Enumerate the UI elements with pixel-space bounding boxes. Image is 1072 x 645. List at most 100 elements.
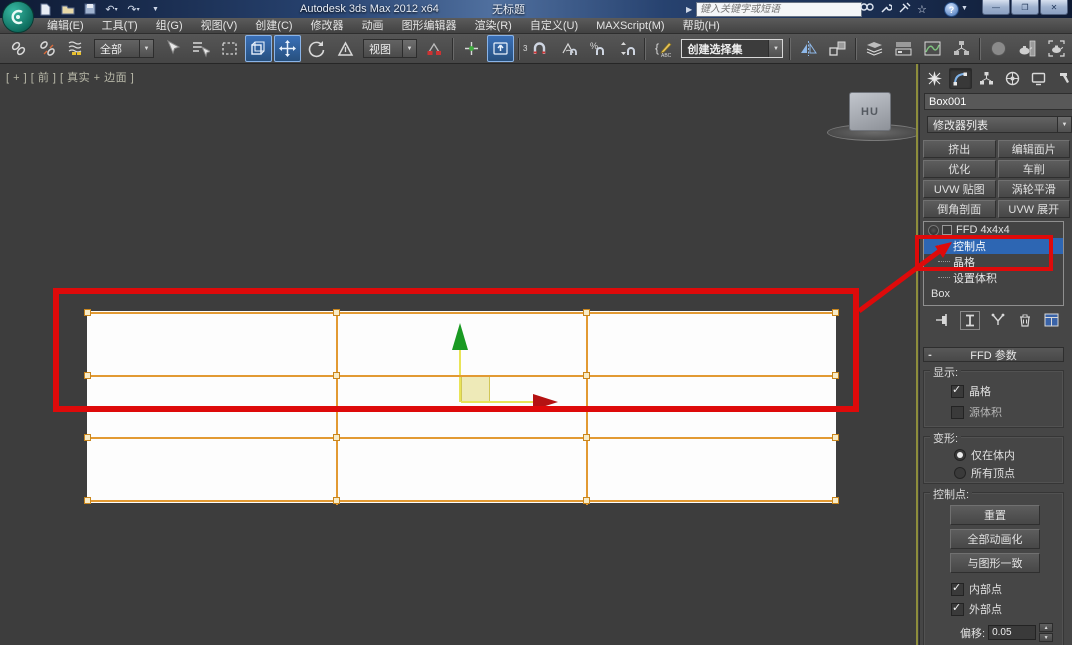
stack-item-box[interactable]: Box (924, 286, 1063, 302)
align-icon[interactable] (824, 35, 851, 62)
ffd-parameters-rollout-header[interactable]: - FFD 参数 (923, 347, 1064, 362)
menu-views[interactable]: 视图(V) (192, 18, 247, 34)
remove-modifier-icon[interactable] (1016, 312, 1034, 329)
modifier-visibility-icon[interactable] (928, 224, 939, 236)
select-and-rotate-icon[interactable] (303, 35, 330, 62)
unlink-selection-icon[interactable] (34, 35, 61, 62)
select-by-name-icon[interactable] (187, 35, 214, 62)
chevron-down-icon[interactable]: ▼ (139, 40, 153, 57)
optimize-button[interactable]: 优化 (923, 160, 996, 178)
ffd-control-point[interactable] (583, 434, 590, 441)
keyboard-shortcut-override-icon[interactable] (487, 35, 514, 62)
ffd-control-point[interactable] (583, 497, 590, 504)
save-icon[interactable] (82, 2, 97, 16)
animate-all-button[interactable]: 全部动画化 (950, 529, 1040, 549)
ffd-control-point[interactable] (832, 497, 839, 504)
layer-manager-icon[interactable] (861, 35, 888, 62)
hierarchy-tab-icon[interactable] (975, 68, 998, 89)
schematic-view-icon[interactable] (948, 35, 975, 62)
display-tab-icon[interactable] (1027, 68, 1050, 89)
chevron-down-icon[interactable]: ▼ (402, 40, 416, 57)
material-editor-icon[interactable] (985, 35, 1012, 62)
menu-modifiers[interactable]: 修改器 (302, 18, 353, 34)
render-setup-icon[interactable] (1014, 35, 1041, 62)
source-volume-checkbox[interactable] (951, 405, 964, 419)
select-and-scale-icon[interactable] (332, 35, 359, 62)
subscription-icon[interactable] (880, 2, 893, 17)
menu-create[interactable]: 创建(C) (246, 18, 301, 34)
angle-snap-icon[interactable] (555, 35, 582, 62)
reset-button[interactable]: 重置 (950, 505, 1040, 525)
modifier-list-dropdown[interactable]: 修改器列表 ▼ (927, 116, 1072, 133)
ffd-control-point[interactable] (84, 434, 91, 441)
bind-to-space-warp-icon[interactable] (63, 35, 90, 62)
pin-stack-icon[interactable] (933, 312, 951, 329)
select-and-link-icon[interactable] (5, 35, 32, 62)
scene-logo-cube[interactable]: HU (849, 92, 891, 131)
source-volume-checkbox-row[interactable]: 源体积 (951, 404, 1002, 420)
bevel-profile-button[interactable]: 倒角剖面 (923, 200, 996, 218)
spinner-down-icon[interactable]: ▼ (1039, 633, 1054, 642)
spinner-snap-icon[interactable] (613, 35, 640, 62)
lattice-checkbox-row[interactable]: 晶格 (951, 383, 991, 399)
only-in-volume-radio[interactable] (954, 449, 966, 461)
viewport-label[interactable]: [ + ] [ 前 ] [ 真实 + 边面 ] (6, 69, 134, 85)
redo-icon[interactable]: ↷ ▾ (126, 2, 141, 16)
ffd-control-point[interactable] (84, 497, 91, 504)
window-crossing-icon[interactable] (245, 35, 272, 62)
minimize-button[interactable]: — (982, 0, 1010, 15)
select-and-move-icon[interactable] (274, 35, 301, 62)
menu-animation[interactable]: 动画 (353, 18, 393, 34)
spinner-up-icon[interactable]: ▲ (1039, 623, 1054, 632)
lathe-button[interactable]: 车削 (997, 160, 1070, 178)
stack-item-set-volume[interactable]: 设置体积 (924, 270, 1063, 286)
search-icon[interactable] (860, 2, 874, 16)
maximize-button[interactable]: ❐ (1011, 0, 1039, 15)
outside-points-checkbox-row[interactable]: 外部点 (951, 601, 1002, 617)
only-in-volume-radio-row[interactable]: 仅在体内 (954, 447, 1015, 463)
menu-maxscript[interactable]: MAXScript(M) (587, 18, 673, 34)
inside-points-checkbox[interactable] (951, 581, 964, 596)
all-vertices-radio[interactable] (954, 467, 966, 479)
inside-points-checkbox-row[interactable]: 内部点 (951, 581, 1002, 597)
uvw-map-button[interactable]: UVW 贴图 (923, 180, 996, 198)
ffd-control-point[interactable] (333, 497, 340, 504)
collapse-icon[interactable]: - (924, 349, 936, 361)
select-object-icon[interactable] (158, 35, 185, 62)
create-tab-icon[interactable] (923, 68, 946, 89)
snaps-toggle-icon[interactable] (526, 35, 553, 62)
undo-icon[interactable]: ↶ ▾ (104, 2, 119, 16)
ffd-control-point[interactable] (832, 434, 839, 441)
menu-edit[interactable]: 编辑(E) (38, 18, 93, 34)
help-icon[interactable]: ? (944, 2, 959, 17)
curve-editor-icon[interactable] (919, 35, 946, 62)
make-unique-icon[interactable] (989, 312, 1007, 329)
close-button[interactable]: ✕ (1040, 0, 1068, 15)
conform-to-shape-button[interactable]: 与图形一致 (950, 553, 1040, 573)
menu-rendering[interactable]: 渲染(R) (466, 18, 521, 34)
menu-group[interactable]: 组(G) (147, 18, 192, 34)
qat-dropdown-icon[interactable]: ▼ (148, 2, 163, 16)
lattice-checkbox[interactable] (951, 383, 964, 398)
ribbon-toggle-icon[interactable] (890, 35, 917, 62)
show-end-result-icon[interactable] (959, 310, 980, 330)
motion-tab-icon[interactable] (1001, 68, 1024, 89)
chevron-down-icon[interactable]: ▼ (768, 40, 783, 57)
modify-tab-icon[interactable] (949, 68, 972, 89)
unwrap-uvw-button[interactable]: UVW 展开 (997, 200, 1070, 218)
help-dropdown-icon[interactable]: ▼ (961, 5, 968, 12)
selection-filter-dropdown[interactable]: 全部 ▼ (94, 39, 154, 58)
chevron-down-icon[interactable]: ▼ (1057, 117, 1071, 132)
configure-modifier-sets-icon[interactable] (1043, 312, 1061, 329)
all-vertices-radio-row[interactable]: 所有顶点 (954, 465, 1015, 481)
menu-customize[interactable]: 自定义(U) (521, 18, 587, 34)
outside-points-checkbox[interactable] (951, 601, 964, 616)
open-icon[interactable] (60, 2, 75, 16)
communication-icon[interactable] (898, 2, 911, 17)
rectangular-selection-region-icon[interactable] (216, 35, 243, 62)
object-name-field[interactable] (924, 93, 1072, 110)
rendered-frame-window-icon[interactable] (1043, 35, 1070, 62)
reference-coordinate-dropdown[interactable]: 视图 ▼ (363, 39, 417, 58)
extrude-button[interactable]: 挤出 (923, 140, 996, 158)
infocenter-flyout-icon[interactable]: ▶ (686, 0, 692, 18)
